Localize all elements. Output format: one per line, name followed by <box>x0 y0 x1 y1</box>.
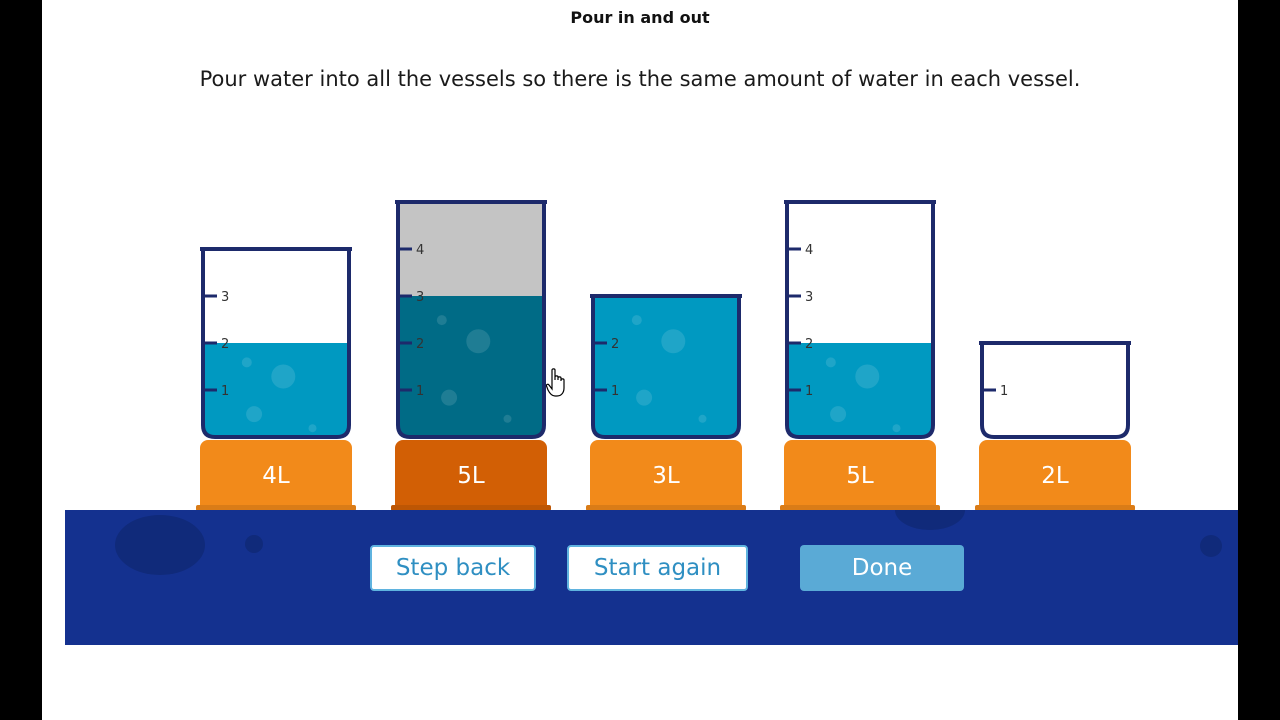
vessel-base-2[interactable]: 5L <box>395 440 547 510</box>
water-bubble <box>436 315 447 326</box>
tick-label: 3 <box>221 290 229 305</box>
vessel-base-4[interactable]: 5L <box>784 440 936 510</box>
water-bubble <box>308 424 317 433</box>
water-bubble <box>466 329 491 354</box>
tick-label: 4 <box>805 243 813 258</box>
water-bubble <box>830 406 847 423</box>
vessel-2[interactable]: 1 2 3 4 <box>395 200 547 439</box>
background-bubble <box>895 510 965 530</box>
water-bubble <box>241 357 252 368</box>
vessel-5[interactable]: 1 <box>979 341 1131 439</box>
tick-label: 4 <box>416 243 424 258</box>
water-fill <box>398 296 544 437</box>
water-fill <box>593 296 739 437</box>
tick-label: 2 <box>805 337 813 352</box>
done-button[interactable]: Done <box>800 545 964 591</box>
vessel-1[interactable]: 1 2 3 <box>200 247 352 439</box>
vessel-base-1[interactable]: 4L <box>200 440 352 510</box>
water-bubble <box>892 424 901 433</box>
water-bubble <box>855 364 880 389</box>
tick-label: 2 <box>611 337 619 352</box>
vessel-4[interactable]: 1 2 3 4 <box>784 200 936 439</box>
water-bubble <box>636 389 653 406</box>
water-bubble <box>661 329 686 354</box>
water-bubble <box>503 414 512 423</box>
background-bubble <box>115 515 205 575</box>
tick-label: 3 <box>805 290 813 305</box>
vessel-base-5[interactable]: 2L <box>979 440 1131 510</box>
tick-label: 1 <box>221 384 229 399</box>
water-bubble <box>441 389 458 406</box>
game-stage: Pour in and out Pour water into all the … <box>42 0 1238 720</box>
water-bubble <box>825 357 836 368</box>
water-bubble <box>631 315 642 326</box>
vessel-3[interactable]: 12 <box>590 294 742 439</box>
tick-label: 3 <box>416 290 424 305</box>
tick-label: 2 <box>416 337 424 352</box>
background-bubble <box>1200 535 1222 557</box>
hand-cursor-icon <box>546 368 565 397</box>
background-bubble <box>245 535 263 553</box>
tick-label: 1 <box>1000 384 1008 399</box>
start-again-button[interactable]: Start again <box>567 545 748 591</box>
tick-label: 1 <box>805 384 813 399</box>
tick-label: 2 <box>221 337 229 352</box>
water-bubble <box>271 364 296 389</box>
water-bubble <box>698 414 707 423</box>
water-bubble <box>246 406 263 423</box>
control-bar: Step back Start again Done <box>65 510 1238 645</box>
step-back-button[interactable]: Step back <box>370 545 536 591</box>
tick-label: 1 <box>611 384 619 399</box>
vessel-base-3[interactable]: 3L <box>590 440 742 510</box>
tick-label: 1 <box>416 384 424 399</box>
